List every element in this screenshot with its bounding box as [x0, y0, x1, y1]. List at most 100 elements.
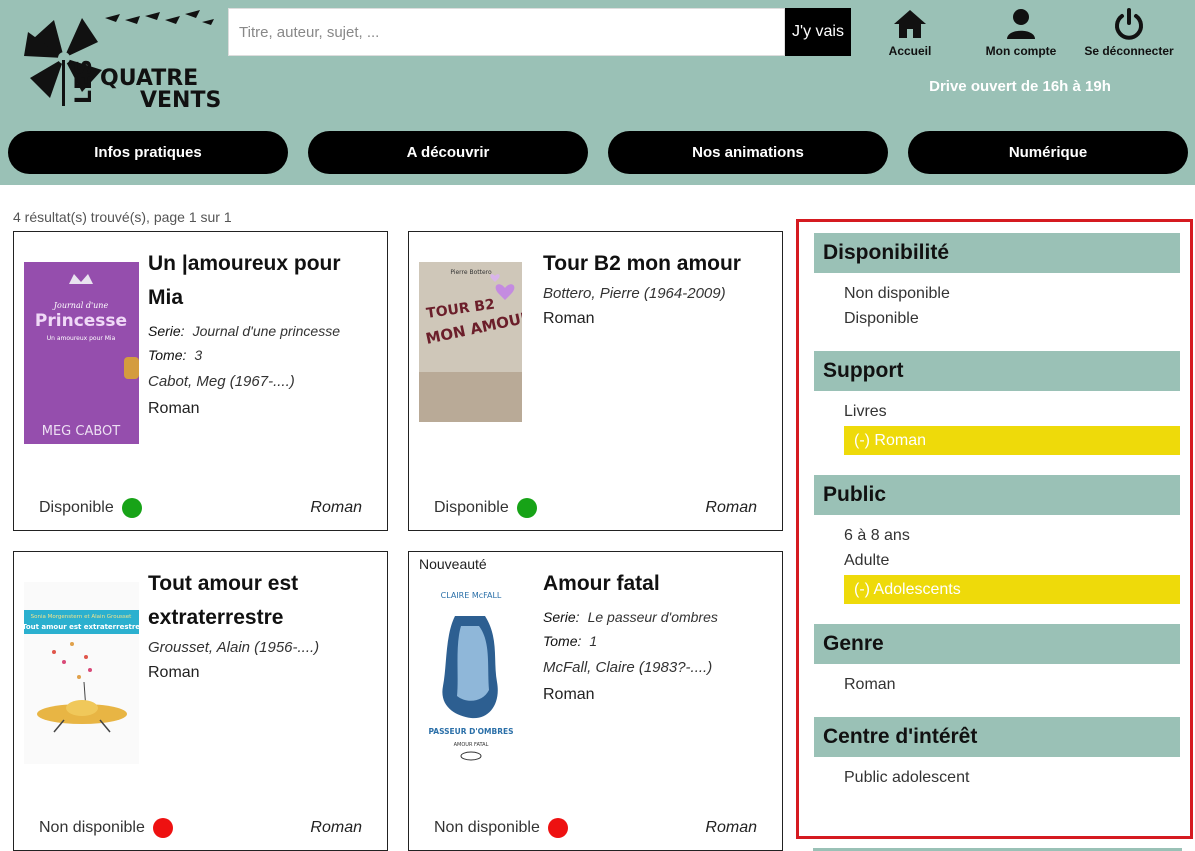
result-card[interactable]: Journal d'une Princesse Un amoureux pour… [13, 231, 388, 531]
serie-label: Serie: [543, 609, 580, 625]
cover-subtitle-text: Un amoureux pour Mia [47, 335, 116, 342]
tome-label: Tome: [543, 633, 582, 649]
availability-label: Non disponible [39, 819, 145, 836]
nav-mon-compte[interactable]: Mon compte [983, 8, 1059, 58]
card-footer: Disponible Roman [39, 498, 362, 518]
tome-value: 3 [194, 347, 203, 363]
availability-status: Non disponible [434, 818, 568, 838]
nav-logout[interactable]: Se déconnecter [1083, 8, 1175, 58]
facet-list: Public adolescent [814, 757, 1180, 790]
book-author[interactable]: Cabot, Meg (1967-....) [148, 373, 372, 390]
facet-item-adulte[interactable]: Adulte [844, 548, 1180, 573]
serie-value[interactable]: Journal d'une princesse [193, 323, 340, 339]
book-cover[interactable]: Journal d'une Princesse Un amoureux pour… [24, 262, 139, 444]
book-title[interactable]: Un |amoureux pour Mia [148, 247, 372, 315]
book-author[interactable]: McFall, Claire (1983?-....) [543, 659, 767, 676]
result-card[interactable]: Nouveauté CLAIRE McFALL PASSEUR D'OMBRES… [408, 551, 783, 851]
serie-label: Serie: [148, 323, 185, 339]
search-button[interactable]: J'y vais [785, 8, 851, 56]
status-dot-icon [152, 818, 173, 838]
tome-label: Tome: [148, 347, 187, 363]
book-genre: Roman [148, 400, 200, 417]
book-cover[interactable]: Pierre Bottero TOUR B2 MON AMOUR [419, 262, 522, 422]
genre-tag: Roman [705, 499, 757, 516]
nav-accueil-label: Accueil [888, 44, 932, 58]
nav-accueil[interactable]: Accueil [887, 8, 933, 58]
results-count: 4 résultat(s) trouvé(s), page 1 sur 1 [13, 209, 232, 225]
facet-item-livres[interactable]: Livres [844, 399, 1180, 424]
facet-item-roman-active[interactable]: (-) Roman [844, 426, 1180, 455]
genre-tag: Roman [705, 819, 757, 836]
status-dot-icon [121, 498, 142, 518]
menu-infos-pratiques[interactable]: Infos pratiques [8, 131, 288, 174]
serie-field: Serie: Journal d'une princesse [148, 323, 372, 339]
book-author[interactable]: Grousset, Alain (1956-....) [148, 639, 372, 656]
genre-tag: Roman [310, 499, 362, 516]
facet-disponibilite: Disponibilité Non disponible Disponible [814, 233, 1180, 331]
facet-title: Genre [814, 624, 1180, 664]
drive-hours: Drive ouvert de 16h à 19h [929, 78, 1111, 95]
book-cover[interactable]: Sonia Morgenstern et Alain Grousset Tout… [24, 582, 139, 764]
book-title[interactable]: Tout amour est extraterrestre [148, 567, 372, 635]
logo-text-les: LES [72, 59, 97, 104]
nav-logout-label: Se déconnecter [1084, 44, 1174, 58]
facet-item-6-8-ans[interactable]: 6 à 8 ans [844, 523, 1180, 548]
tome-field: Tome: 1 [543, 633, 767, 649]
facet-public: Public 6 à 8 ans Adulte (-) Adolescents [814, 475, 1180, 604]
facet-list: Roman [814, 664, 1180, 697]
book-title[interactable]: Tour B2 mon amour [543, 247, 767, 281]
facet-item-disponible[interactable]: Disponible [844, 306, 1180, 331]
card-footer: Disponible Roman [434, 498, 757, 518]
book-author[interactable]: Bottero, Pierre (1964-2009) [543, 285, 767, 302]
search-field[interactable] [228, 8, 785, 56]
availability-status: Disponible [434, 498, 537, 518]
cover-author-text: Pierre Bottero [450, 269, 492, 276]
tome-value: 1 [589, 633, 598, 649]
serie-field: Serie: Le passeur d'ombres [543, 609, 767, 625]
facet-list: Livres (-) Roman [814, 391, 1180, 455]
power-icon [1115, 8, 1143, 40]
book-title[interactable]: Amour fatal [543, 567, 767, 601]
facet-item-adolescents-active[interactable]: (-) Adolescents [844, 575, 1180, 604]
facet-item-non-disponible[interactable]: Non disponible [844, 281, 1180, 306]
facet-genre: Genre Roman [814, 624, 1180, 697]
tome-field: Tome: 3 [148, 347, 372, 363]
cover-title-text: Princesse [35, 311, 127, 331]
card-info: Amour fatal Serie: Le passeur d'ombres To… [543, 567, 767, 704]
book-genre: Roman [148, 664, 200, 681]
facets-panel: Disponibilité Non disponible Disponible … [796, 219, 1193, 839]
menu-a-decouvrir[interactable]: A découvrir [308, 131, 588, 174]
availability-status: Non disponible [39, 818, 173, 838]
home-icon [894, 10, 926, 38]
serie-value[interactable]: Le passeur d'ombres [588, 609, 718, 625]
user-icon [1007, 9, 1035, 39]
nav-mon-compte-label: Mon compte [985, 44, 1057, 58]
availability-label: Disponible [39, 499, 114, 516]
availability-label: Disponible [434, 499, 509, 516]
facet-title: Centre d'intérêt [814, 717, 1180, 757]
facet-item-roman[interactable]: Roman [844, 672, 1180, 697]
search-input[interactable] [229, 9, 784, 55]
availability-label: Non disponible [434, 819, 540, 836]
cover-title-text: PASSEUR D'OMBRES [428, 727, 513, 736]
menu-nos-animations[interactable]: Nos animations [608, 131, 888, 174]
nouveaute-badge: Nouveauté [419, 556, 487, 572]
site-header: LES QUATRE VENTS J'y vais Accueil Mon co… [0, 0, 1195, 185]
card-footer: Non disponible Roman [39, 818, 362, 838]
menu-numerique[interactable]: Numérique [908, 131, 1188, 174]
facet-support: Support Livres (-) Roman [814, 351, 1180, 455]
result-card[interactable]: Sonia Morgenstern et Alain Grousset Tout… [13, 551, 388, 851]
facet-title: Support [814, 351, 1180, 391]
facet-item-public-adolescent[interactable]: Public adolescent [844, 765, 1180, 790]
facet-title: Disponibilité [814, 233, 1180, 273]
book-genre: Roman [543, 310, 595, 327]
facet-list: 6 à 8 ans Adulte (-) Adolescents [814, 515, 1180, 604]
cover-subtitle-text: AMOUR FATAL [454, 742, 489, 748]
facet-title: Public [814, 475, 1180, 515]
cover-title-text: Tout amour est extraterrestre [24, 623, 139, 631]
genre-tag: Roman [310, 819, 362, 836]
card-info: Un |amoureux pour Mia Serie: Journal d'un… [148, 247, 372, 418]
site-logo[interactable]: LES QUATRE VENTS [20, 8, 221, 113]
result-card[interactable]: Pierre Bottero TOUR B2 MON AMOUR Tour B2… [408, 231, 783, 531]
book-cover[interactable]: CLAIRE McFALL PASSEUR D'OMBRES AMOUR FAT… [415, 586, 527, 762]
